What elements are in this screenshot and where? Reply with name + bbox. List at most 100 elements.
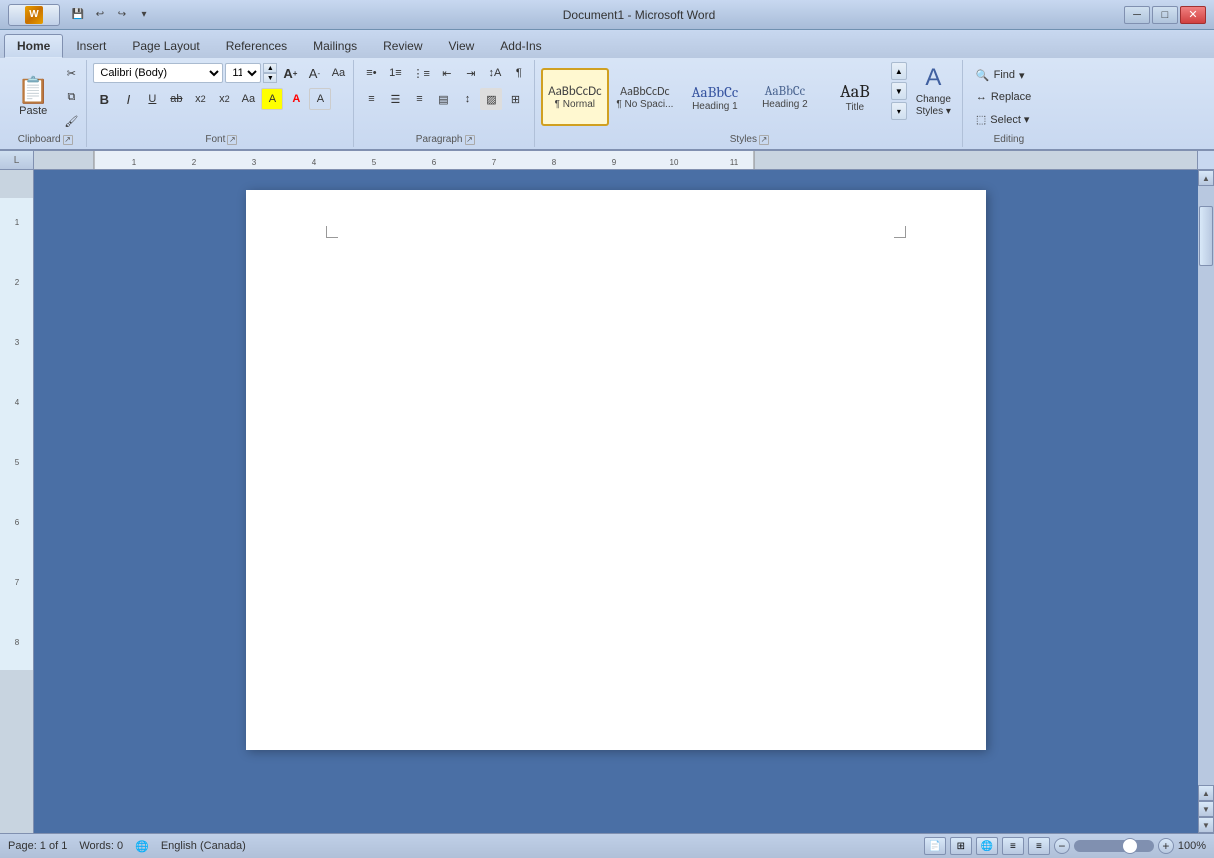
view-web-button[interactable]: 🌐 (976, 837, 998, 855)
tab-page-layout[interactable]: Page Layout (119, 34, 212, 58)
highlight-color-button[interactable]: A (261, 88, 283, 110)
align-right-button[interactable]: ≡ (408, 88, 430, 110)
style-no-spacing[interactable]: AaBbCcDc ¶ No Spaci... (611, 68, 679, 126)
style-heading2[interactable]: AaBbCc Heading 2 (751, 68, 819, 126)
tab-view[interactable]: View (436, 34, 488, 58)
view-draft-button[interactable]: ≡ (1028, 837, 1050, 855)
decrease-indent-button[interactable]: ⇤ (436, 62, 458, 84)
sort-button[interactable]: ↕A (484, 62, 506, 84)
font-size-decrease[interactable]: ▼ (263, 73, 277, 83)
quick-access-dropdown[interactable]: ▾ (134, 5, 154, 25)
view-outline-button[interactable]: ≡ (1002, 837, 1024, 855)
editing-group-content: 🔍 Find ▾ ↔ Replace ⬚ Select ▾ (969, 62, 1049, 132)
styles-scroll-down[interactable]: ▼ (891, 82, 907, 100)
scroll-down-button[interactable]: ▼ (1198, 817, 1214, 833)
font-color-button[interactable]: A (285, 88, 307, 110)
redo-button[interactable]: ↪ (112, 5, 132, 25)
close-button[interactable]: ✕ (1180, 6, 1206, 24)
tab-add-ins[interactable]: Add-Ins (487, 34, 554, 58)
font-size-grow-button[interactable]: A+ (279, 62, 301, 84)
clipboard-expand[interactable]: ↗ (63, 135, 73, 145)
style-heading1[interactable]: AaBbCc Heading 1 (681, 68, 749, 126)
next-page-button[interactable]: ▼ (1198, 801, 1214, 817)
tab-review[interactable]: Review (370, 34, 435, 58)
svg-text:4: 4 (15, 398, 20, 407)
replace-button[interactable]: ↔ Replace (969, 87, 1049, 107)
scrollbar-thumb[interactable] (1199, 206, 1213, 266)
document-page[interactable] (246, 190, 986, 750)
font-size-shrink-button[interactable]: A- (303, 62, 325, 84)
prev-page-button[interactable]: ▲ (1198, 785, 1214, 801)
superscript-button[interactable]: x2 (213, 88, 235, 110)
font-name-select[interactable]: Calibri (Body) (93, 63, 223, 83)
view-print-button[interactable]: 📄 (924, 837, 946, 855)
svg-text:11: 11 (730, 158, 739, 167)
font-expand[interactable]: ↗ (227, 135, 237, 145)
multilevel-list-button[interactable]: ⋮≡ (408, 62, 433, 84)
font-size-increase[interactable]: ▲ (263, 63, 277, 73)
document-canvas[interactable] (34, 170, 1198, 833)
cut-button[interactable]: ✂ (60, 62, 82, 84)
svg-text:6: 6 (432, 158, 437, 167)
underline-button[interactable]: U (141, 88, 163, 110)
clipboard-group-content: 📋 Paste ✂ ⧉ 🖌 (8, 62, 82, 132)
bold-button[interactable]: B (93, 88, 115, 110)
styles-expand[interactable]: ▾ (891, 102, 907, 120)
tab-home[interactable]: Home (4, 34, 63, 58)
justify-button[interactable]: ▤ (432, 88, 454, 110)
zoom-plus-button[interactable]: + (1158, 838, 1174, 854)
tab-mailings[interactable]: Mailings (300, 34, 370, 58)
zoom-thumb[interactable] (1122, 838, 1138, 854)
find-button[interactable]: 🔍 Find ▾ (969, 65, 1049, 85)
styles-scroll-up[interactable]: ▲ (891, 62, 907, 80)
text-effects-button[interactable]: A (309, 88, 331, 110)
change-styles-button[interactable]: A ChangeStyles ▾ (909, 62, 958, 120)
subscript-button[interactable]: x2 (189, 88, 211, 110)
font-size-buttons: ▲ ▼ (263, 63, 277, 83)
view-fullscreen-button[interactable]: ⊞ (950, 837, 972, 855)
maximize-button[interactable]: □ (1152, 6, 1178, 24)
svg-text:9: 9 (612, 158, 617, 167)
bullets-button[interactable]: ≡• (360, 62, 382, 84)
minimize-button[interactable]: ─ (1124, 6, 1150, 24)
zoom-slider[interactable] (1074, 840, 1154, 852)
save-button[interactable]: 💾 (68, 5, 88, 25)
borders-button[interactable]: ⊞ (504, 88, 526, 110)
select-button[interactable]: ⬚ Select ▾ (969, 109, 1049, 129)
page-info: Page: 1 of 1 (8, 840, 67, 852)
ruler-corner[interactable]: L (0, 151, 34, 169)
line-spacing-button[interactable]: ↕ (456, 88, 478, 110)
paragraph-expand[interactable]: ↗ (465, 135, 475, 145)
styles-expand-btn[interactable]: ↗ (759, 135, 769, 145)
undo-button[interactable]: ↩ (90, 5, 110, 25)
align-center-button[interactable]: ☰ (384, 88, 406, 110)
strikethrough-button[interactable]: ab (165, 88, 187, 110)
change-styles-label: ChangeStyles ▾ (916, 94, 951, 118)
increase-indent-button[interactable]: ⇥ (460, 62, 482, 84)
show-paragraph-button[interactable]: ¶ (508, 62, 530, 84)
paragraph-row2: ≡ ☰ ≡ ▤ ↕ ▨ ⊞ (360, 88, 526, 110)
office-button[interactable]: W (8, 4, 60, 26)
find-icon: 🔍 (976, 69, 990, 82)
style-normal[interactable]: AaBbCcDc ¶ Normal (541, 68, 609, 126)
italic-button[interactable]: I (117, 88, 139, 110)
numbering-button[interactable]: 1≡ (384, 62, 406, 84)
tab-references[interactable]: References (213, 34, 300, 58)
zoom-minus-button[interactable]: − (1054, 838, 1070, 854)
font-size-select[interactable]: 11 (225, 63, 261, 83)
word-count: Words: 0 (79, 840, 123, 852)
title-bar: W 💾 ↩ ↪ ▾ Document1 - Microsoft Word ─ □… (0, 0, 1214, 30)
scroll-up-button[interactable]: ▲ (1198, 170, 1214, 186)
paste-button[interactable]: 📋 Paste (8, 65, 58, 129)
ruler-scrollbar-corner (1198, 151, 1214, 169)
format-painter-button[interactable]: 🖌 (60, 110, 82, 132)
align-left-button[interactable]: ≡ (360, 88, 382, 110)
styles-label: Styles ↗ (541, 134, 958, 145)
clear-format-button[interactable]: Aa (327, 62, 349, 84)
style-title[interactable]: AaB Title (821, 68, 889, 126)
shading-button[interactable]: ▨ (480, 88, 502, 110)
font-case-button[interactable]: Aa (237, 88, 259, 110)
vertical-ruler: 1 2 3 4 5 6 7 8 (0, 170, 34, 833)
tab-insert[interactable]: Insert (63, 34, 119, 58)
copy-button[interactable]: ⧉ (60, 86, 82, 108)
